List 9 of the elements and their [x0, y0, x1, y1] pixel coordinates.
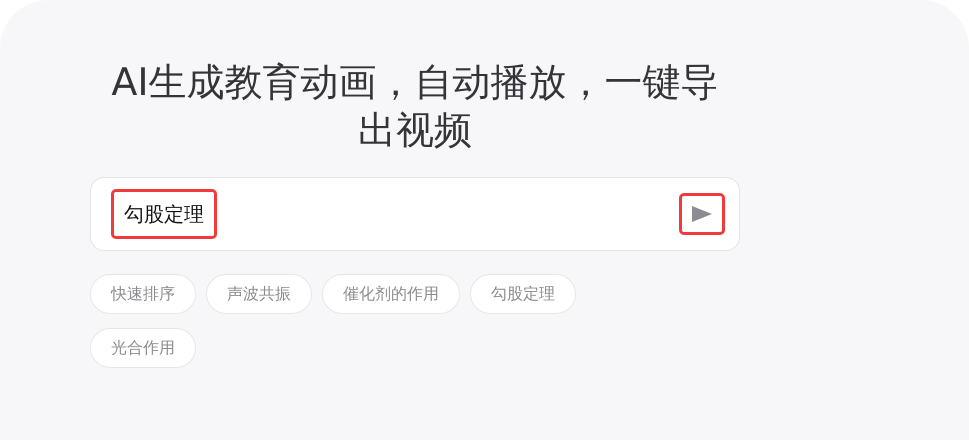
page-title: AI生成教育动画，自动播放，一键导出视频 — [110, 59, 720, 154]
input-field[interactable]: 勾股定理 — [111, 189, 217, 239]
suggestion-chip[interactable]: 勾股定理 — [470, 274, 576, 314]
suggestion-chip[interactable]: 快速排序 — [90, 274, 196, 314]
suggestion-chip[interactable]: 声波共振 — [206, 274, 312, 314]
suggestion-chip[interactable]: 催化剂的作用 — [322, 274, 460, 314]
send-button[interactable] — [679, 193, 725, 235]
play-icon — [691, 205, 713, 223]
suggestion-chip[interactable]: 光合作用 — [90, 328, 196, 368]
